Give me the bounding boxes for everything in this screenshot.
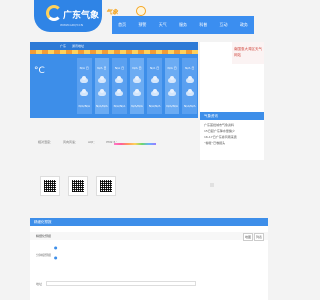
wind-label: 风向风速：: [63, 140, 79, 144]
cloud-icon: [133, 89, 142, 96]
cloud-icon: [80, 76, 89, 83]
cloud-icon: [115, 89, 124, 96]
placeholder-square: [210, 183, 214, 187]
cloud-icon: [185, 89, 194, 96]
nav-item-weather[interactable]: 天气: [153, 16, 173, 34]
nav-item-home[interactable]: 首页: [112, 16, 132, 34]
promo-icon: [136, 6, 146, 16]
forecast-panel-heading: 精细化预报: [30, 218, 268, 226]
location-markers: ● ●: [54, 245, 58, 260]
forecast-columns: N/A 日 N/A/N/A N/A 日 N/A/N/A N/A 日 N/A/N/A N…: [77, 58, 198, 114]
forecast-tab[interactable]: 精细化预报: [36, 234, 51, 238]
nav-item-science[interactable]: 科普: [193, 16, 213, 34]
nav-item-gov[interactable]: 政务: [234, 16, 254, 34]
forecast-panel: [30, 218, 268, 300]
forecast-tab-bar: 精细化预报: [30, 232, 268, 240]
forecast-day[interactable]: N/A 日 N/A/N/A: [112, 58, 127, 114]
minute-forecast-label: 分钟级预报: [36, 253, 52, 257]
cloud-icon: [97, 89, 106, 96]
address-input[interactable]: [46, 281, 196, 286]
nav-item-service[interactable]: 服务: [173, 16, 193, 34]
news-item[interactable]: “春暖”已卷报头: [204, 140, 264, 146]
humidity-label: 相对湿度：: [38, 140, 54, 144]
main-nav: 首页 预警 天气 服务 科普 互动 政务: [112, 16, 254, 34]
nav-item-warning[interactable]: 预警: [132, 16, 152, 34]
list-button[interactable]: 列表: [254, 233, 264, 241]
logo-title: 广东气象: [63, 11, 100, 21]
cloud-icon: [185, 76, 194, 83]
map-button[interactable]: 地图: [243, 233, 253, 241]
cloud-icon: [115, 76, 124, 83]
cloud-icon: [150, 89, 159, 96]
forecast-day[interactable]: N/A 日 N/A/N/A: [129, 58, 145, 114]
qr-code-1: [40, 176, 60, 196]
cloud-icon: [80, 89, 89, 96]
location-name[interactable]: 广东: [60, 44, 66, 48]
location-sub: 通讯地址: [72, 44, 85, 48]
aqi-label: AQI：: [88, 140, 97, 144]
location-bar: 广东 通讯地址: [30, 42, 198, 50]
forecast-day[interactable]: N/A 日 N/A/N/A: [94, 58, 110, 114]
news-list: 广东首批城市气象资料 15日起广东降水量偏少 16-17日广东春风雨来袭 “春暖…: [200, 122, 264, 146]
decorative-stripe: [30, 50, 198, 54]
cloud-icon: [150, 76, 159, 83]
forecast-day[interactable]: N/A 日 N/A/N/A: [182, 58, 198, 114]
address-label: 地址: [36, 282, 43, 286]
promo-text: 气象: [106, 9, 119, 16]
nav-item-interact[interactable]: 互动: [213, 16, 233, 34]
cloud-icon: [168, 76, 177, 83]
forecast-day[interactable]: N/A 日 N/A/N/A: [147, 58, 162, 114]
qr-code-2: [68, 176, 88, 196]
cloud-icon: [168, 89, 177, 96]
current-temperature: °C: [34, 66, 45, 76]
logo-url: WWW.GDQY.CN: [60, 23, 84, 27]
news-heading: 气象资讯: [200, 112, 264, 120]
forecast-day[interactable]: N/A 日 N/A/N/A: [164, 58, 180, 114]
cloud-icon: [133, 76, 142, 83]
aqi-color-bar: [114, 143, 156, 145]
logo-swirl-icon: [46, 5, 62, 21]
qr-code-3: [96, 176, 116, 196]
region-banner[interactable]: 南国惠大湾区天气网站: [232, 42, 264, 64]
forecast-day[interactable]: N/A 日 N/A/N/A: [77, 58, 92, 114]
cloud-icon: [97, 76, 106, 83]
